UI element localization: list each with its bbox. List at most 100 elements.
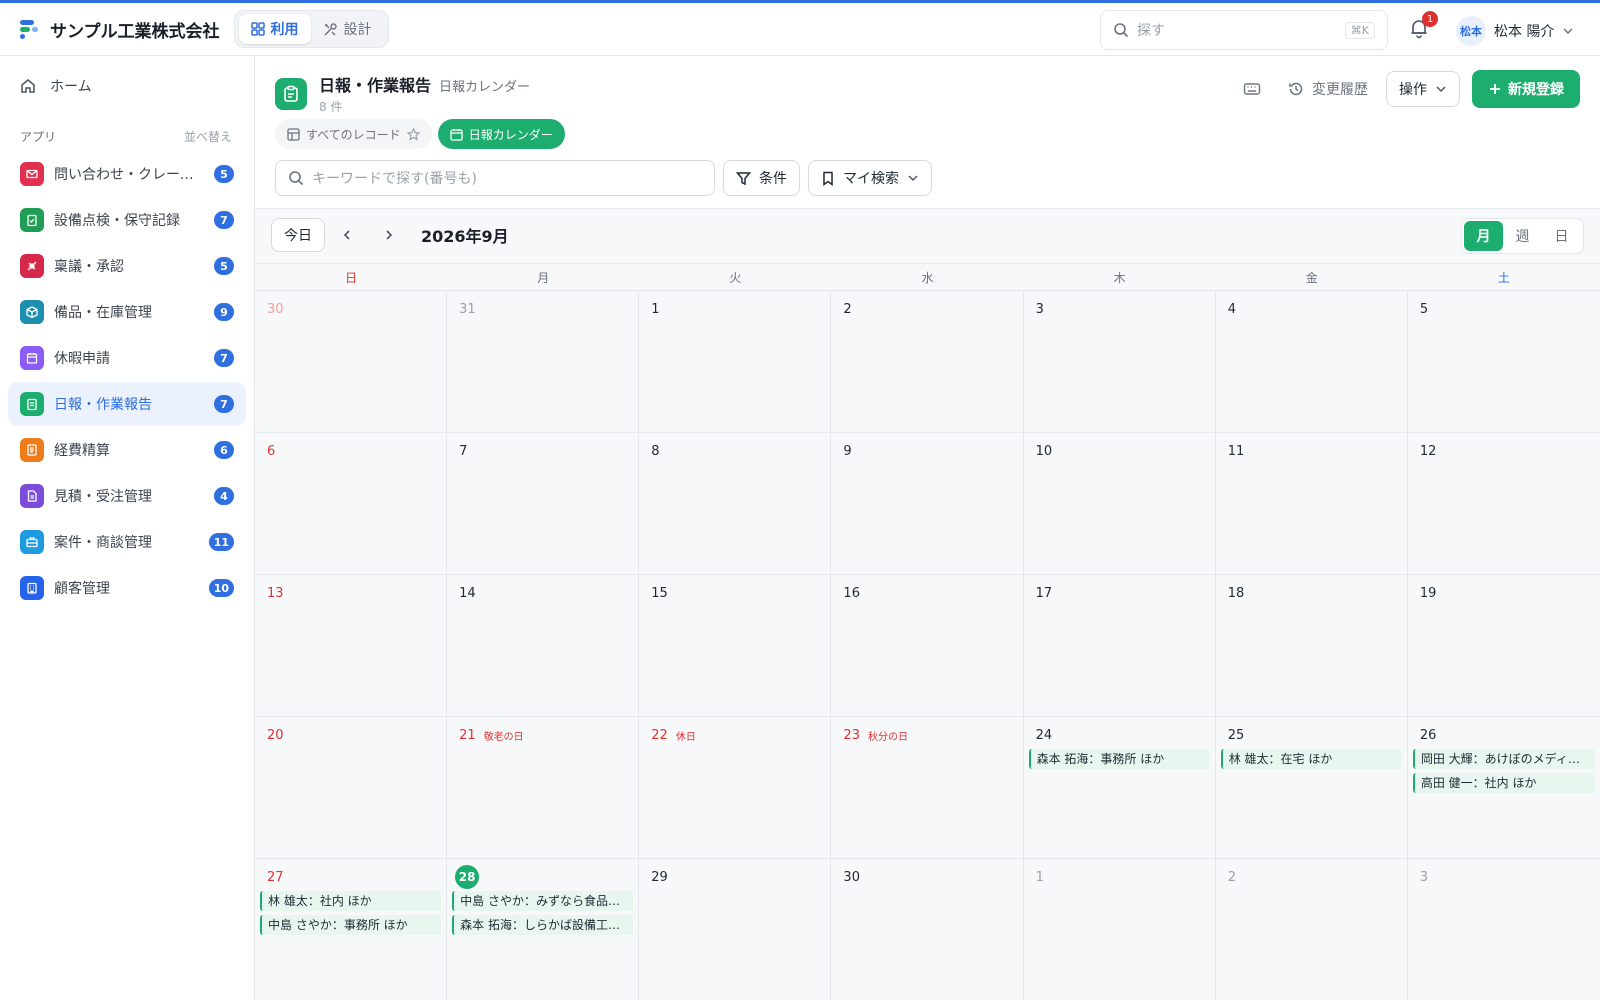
calendar-day-cell[interactable]: 13	[255, 575, 448, 717]
day-number: 5	[1419, 301, 1429, 317]
sort-apps-button[interactable]: 並べ替え	[184, 128, 232, 145]
calendar-day-cell[interactable]: 29	[639, 859, 832, 1000]
calendar-day-cell[interactable]: 3	[1408, 859, 1600, 1000]
sidebar-app-item[interactable]: 経費精算 6	[8, 428, 246, 472]
sidebar-app-item[interactable]: 設備点検・保守記録 7	[8, 198, 246, 242]
day-header: 28	[452, 865, 633, 889]
clipboard-icon	[275, 77, 307, 110]
calendar-day-cell[interactable]: 23 秋分の日	[831, 717, 1024, 859]
calendar-day-cell[interactable]: 28中島 さやか：みずなら食品株式会社 ほか森本 拓海：しらかば設備工業 ほか	[447, 859, 640, 1000]
calendar-day-cell[interactable]: 2	[831, 291, 1024, 433]
tab-daily-calendar-label: 日報カレンダー	[468, 127, 553, 142]
prev-month-button[interactable]	[335, 223, 359, 247]
calendar-event[interactable]: 中島 さやか：みずなら食品株式会社 ほか	[452, 891, 634, 911]
day-header: 18	[1221, 583, 1402, 603]
calendar-event[interactable]: 森本 拓海：しらかば設備工業 ほか	[452, 915, 634, 935]
calendar-day-cell[interactable]: 25 林 雄太：在宅 ほか	[1215, 717, 1408, 859]
calendar-day-cell[interactable]: 30	[831, 859, 1024, 1000]
calendar-day-cell[interactable]: 24 森本 拓海：事務所 ほか	[1023, 717, 1216, 859]
calendar-day-cell[interactable]: 16	[831, 575, 1024, 717]
sidebar-app-item[interactable]: 稟議・承認 5	[8, 244, 246, 288]
calendar-day-cell[interactable]: 14	[447, 575, 640, 717]
tab-daily-calendar[interactable]: 日報カレンダー	[437, 119, 565, 149]
calendar-day-cell[interactable]: 1	[1024, 859, 1216, 1000]
new-record-button[interactable]: 新規登録	[1472, 70, 1580, 108]
calendar-day-cell[interactable]: 9	[831, 433, 1024, 575]
sidebar-app-item[interactable]: 顧客管理 10	[8, 566, 246, 610]
calendar-day-cell[interactable]: 7	[447, 433, 640, 575]
calendar-day-cell[interactable]: 11	[1215, 433, 1408, 575]
calendar-day-cell[interactable]: 2	[1216, 859, 1408, 1000]
day-header: 21 敬老の日	[452, 725, 633, 745]
search-icon	[289, 171, 304, 186]
sidebar-app-label: 見積・受注管理	[54, 489, 152, 505]
day-header: 16	[836, 583, 1017, 603]
stamp-icon	[20, 254, 44, 278]
logo-icon	[18, 18, 40, 40]
keyword-search-input[interactable]: キーワードで探す(番号も)	[275, 160, 715, 196]
today-button[interactable]: 今日	[271, 218, 325, 252]
holiday-name: 休日	[675, 731, 696, 743]
view-week-button[interactable]: 週	[1503, 221, 1542, 251]
calendar-day-cell[interactable]: 27 林 雄太：社内 ほか 中島 さやか：事務所 ほか	[255, 859, 448, 1000]
calendar-day-cell[interactable]: 4	[1215, 291, 1408, 433]
bookmark-icon	[823, 171, 833, 186]
calendar-event[interactable]: 高田 健一：社内 ほか	[1412, 773, 1595, 793]
calendar-day-cell[interactable]: 31	[447, 291, 640, 433]
calendar-event[interactable]: 中島 さやか：事務所 ほか	[260, 915, 442, 935]
calendar-day-cell[interactable]: 15	[639, 575, 832, 717]
calendar-icon	[450, 128, 463, 141]
calendar-day-cell[interactable]: 8	[639, 433, 832, 575]
sidebar-app-item[interactable]: 日報・作業報告 7	[8, 382, 246, 426]
sidebar-home[interactable]: ホーム	[20, 76, 92, 96]
calendar-day-cell[interactable]: 18	[1215, 575, 1408, 717]
keyboard-shortcuts-button[interactable]	[1234, 71, 1270, 107]
notification-button[interactable]: 1	[1408, 11, 1438, 41]
calendar-day-cell[interactable]: 21 敬老の日	[447, 717, 640, 859]
day-number: 20	[267, 727, 284, 743]
page-title: 日報・作業報告	[319, 76, 432, 95]
calendar-day-cell[interactable]: 12	[1407, 433, 1600, 575]
calendar-grid: 30 31 1 2 3 4 5 6 7 8 9 10 11 12 13 14 15 16 17 18 19 20 21 敬老の…	[255, 291, 1600, 1000]
calendar-day-cell[interactable]: 10	[1023, 433, 1216, 575]
calendar-day-cell[interactable]: 30	[255, 291, 448, 433]
sidebar-app-item[interactable]: 問い合わせ・クレーム管理 5	[8, 152, 246, 196]
calendar-day-cell[interactable]: 6	[255, 433, 448, 575]
clipboard-icon	[20, 392, 44, 416]
calendar-day-cell[interactable]: 1	[639, 291, 832, 433]
history-button[interactable]: 変更履歴	[1282, 79, 1374, 99]
day-number: 2	[1227, 869, 1236, 885]
calendar-day-cell[interactable]: 3	[1023, 291, 1216, 433]
sidebar-app-item[interactable]: 休暇申請 7	[8, 336, 246, 380]
sidebar-app-item[interactable]: 見積・受注管理 4	[8, 474, 246, 518]
mode-use-button[interactable]: 利用	[238, 14, 311, 44]
calendar-event[interactable]: 林 雄太：在宅 ほか	[1220, 749, 1402, 769]
next-month-button[interactable]	[377, 223, 401, 247]
my-search-dropdown[interactable]: マイ検索	[808, 160, 932, 196]
operations-dropdown[interactable]: 操作	[1386, 71, 1460, 107]
mode-design-button[interactable]: 設計	[311, 14, 384, 44]
search-icon	[1114, 23, 1129, 38]
calendar-day-cell[interactable]: 22 休日	[639, 717, 832, 859]
calendar-day-cell[interactable]: 20	[255, 717, 448, 859]
calendar-day-cell[interactable]: 26 岡田 大輝：あけぼのメディカル ほか高田 健一：社内 ほか	[1407, 717, 1600, 859]
view-day-button[interactable]: 日	[1542, 221, 1581, 251]
day-header: 10	[1029, 441, 1210, 461]
calendar-day-cell[interactable]: 17	[1023, 575, 1216, 717]
calendar-day-cell[interactable]: 19	[1407, 575, 1600, 717]
calendar-event[interactable]: 森本 拓海：事務所 ほか	[1028, 749, 1210, 769]
event-list: 中島 さやか：みずなら食品株式会社 ほか森本 拓海：しらかば設備工業 ほか	[452, 891, 634, 935]
calendar-event[interactable]: 林 雄太：社内 ほか	[260, 891, 442, 911]
global-search-input[interactable]: 探す ⌘K	[1100, 10, 1388, 50]
weekday-label: 日	[345, 270, 358, 285]
view-month-button[interactable]: 月	[1464, 221, 1503, 251]
user-menu[interactable]: 松本 松本 陽介	[1456, 15, 1574, 47]
condition-button[interactable]: 条件	[723, 160, 800, 196]
sidebar-app-item[interactable]: 案件・商談管理 11	[8, 520, 246, 564]
sidebar-app-item[interactable]: 備品・在庫管理 9	[8, 290, 246, 334]
calendar-day-cell[interactable]: 5	[1407, 291, 1600, 433]
star-icon[interactable]	[406, 127, 420, 141]
day-header: 8	[644, 441, 825, 461]
calendar-event[interactable]: 岡田 大輝：あけぼのメディカル ほか	[1412, 749, 1595, 769]
tab-all-records[interactable]: すべてのレコード	[275, 119, 432, 149]
